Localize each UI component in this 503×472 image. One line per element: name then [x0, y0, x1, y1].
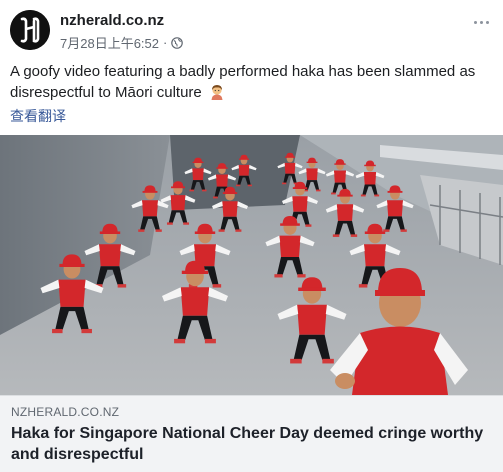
globe-icon	[171, 36, 184, 49]
post-video-thumbnail[interactable]	[0, 135, 503, 395]
haka-dancers-image	[0, 135, 503, 395]
post-caption: A goofy video featuring a badly performe…	[10, 61, 493, 103]
meta-separator: ·	[163, 35, 168, 50]
link-title[interactable]: Haka for Singapore National Cheer Day de…	[11, 423, 491, 465]
person-gesturing-emoji-icon	[211, 85, 223, 100]
nz-herald-logo-icon	[10, 10, 50, 50]
link-preview[interactable]: NZHERALD.CO.NZ Haka for Singapore Nation…	[0, 395, 503, 472]
page-avatar[interactable]	[10, 10, 50, 50]
page-name[interactable]: nzherald.co.nz	[60, 12, 164, 29]
see-translation-link[interactable]: 查看翻译	[10, 106, 66, 126]
post-timestamp[interactable]: 7月28日上午6:52	[60, 33, 159, 52]
caption-text: A goofy video featuring a badly performe…	[10, 63, 476, 101]
post-meta: 7月28日上午6:52 ·	[60, 33, 184, 52]
more-options-icon[interactable]	[469, 14, 493, 30]
facebook-post: nzherald.co.nz 7月28日上午6:52 · A goofy vid…	[0, 0, 503, 472]
link-domain: NZHERALD.CO.NZ	[11, 405, 120, 419]
post-header: nzherald.co.nz 7月28日上午6:52 ·	[10, 10, 493, 52]
